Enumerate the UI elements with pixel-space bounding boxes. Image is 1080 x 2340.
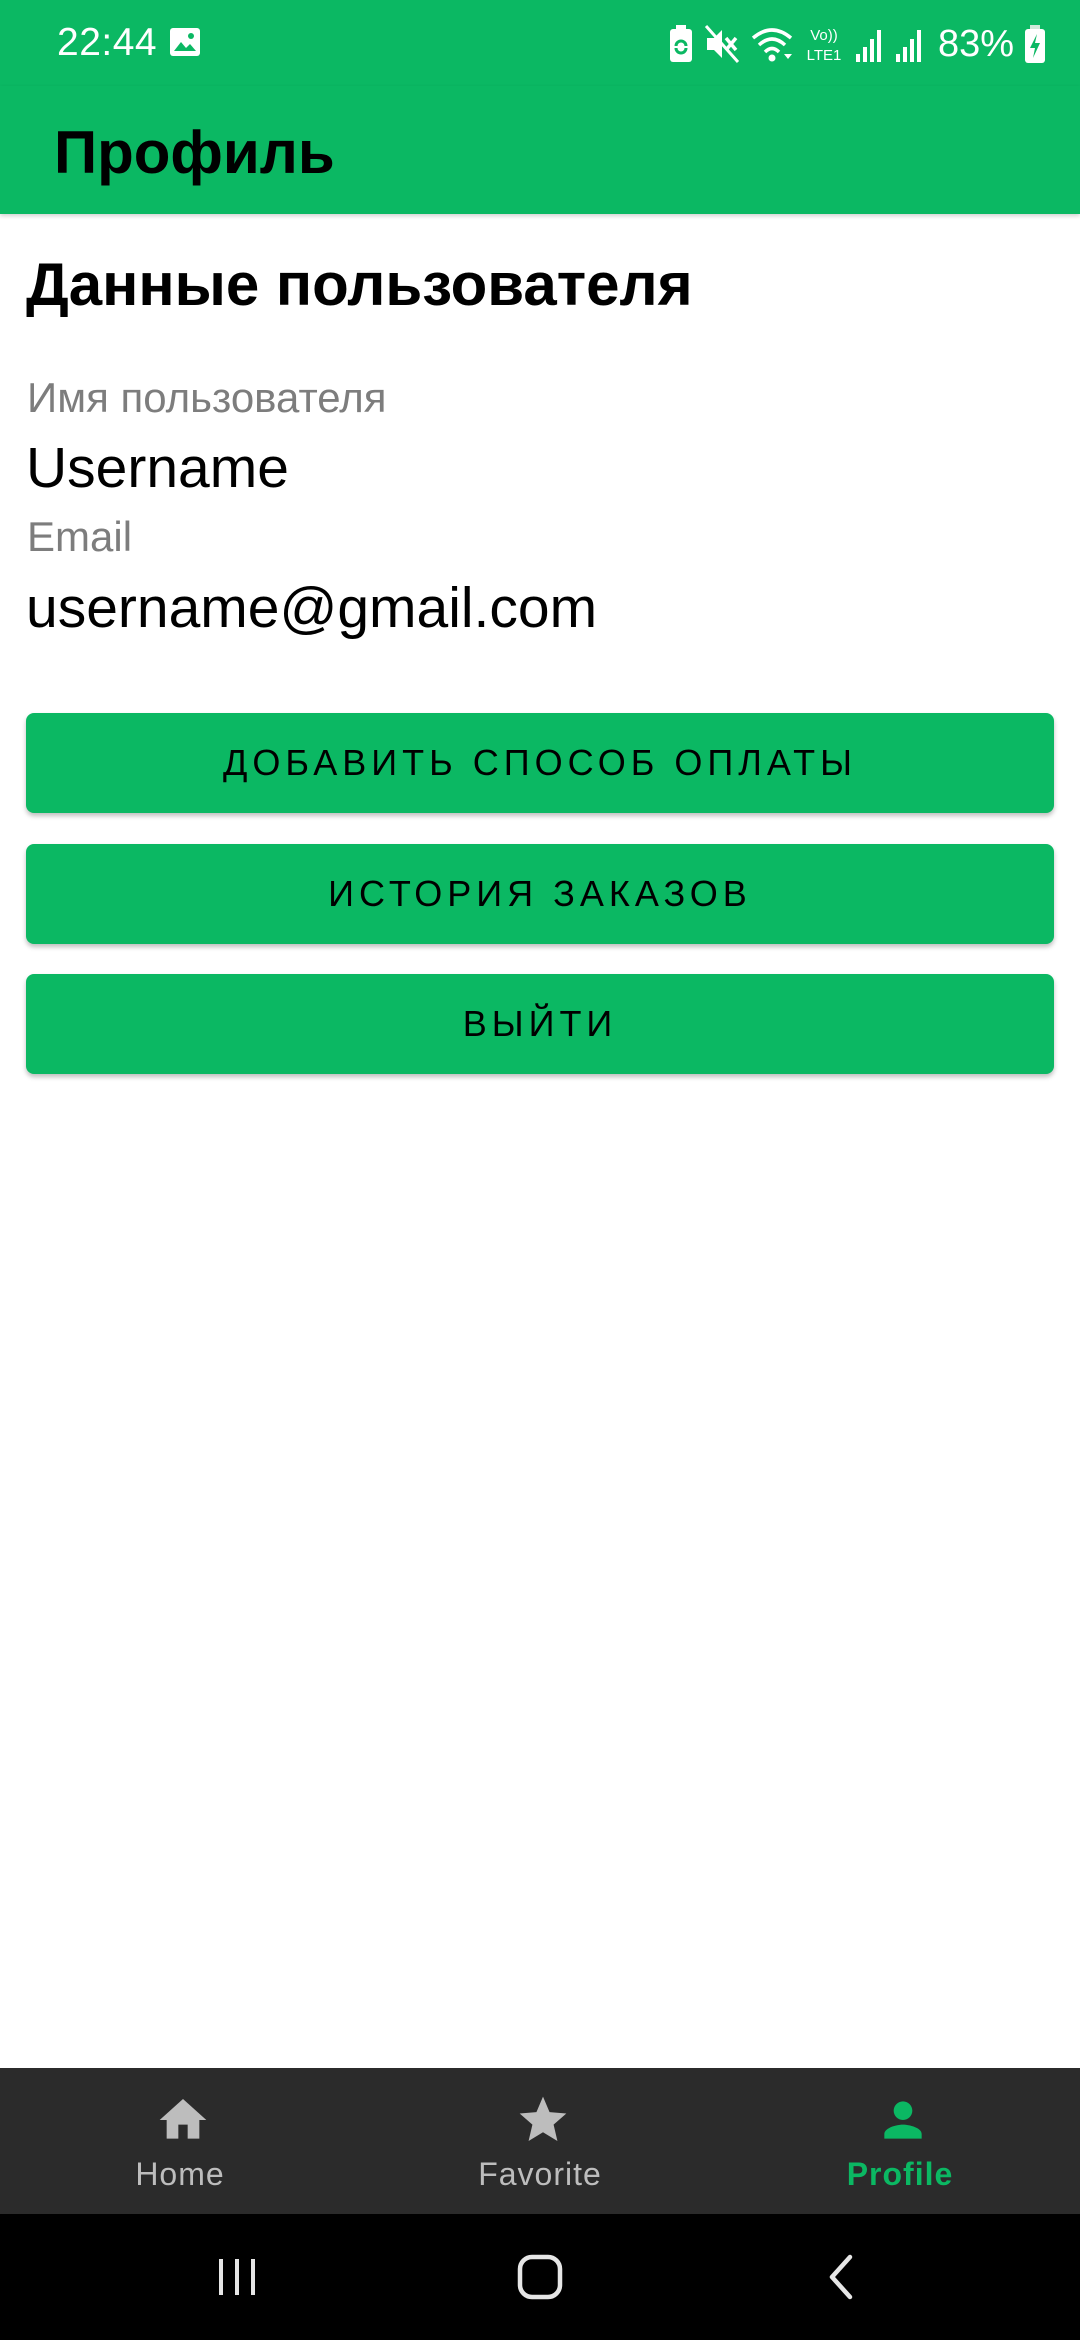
order-history-button[interactable]: ИСТОРИЯ ЗАКАЗОВ bbox=[26, 844, 1054, 944]
gallery-icon bbox=[170, 28, 200, 56]
page-title: Профиль bbox=[54, 119, 335, 186]
username-label: Имя пользователя bbox=[27, 374, 387, 421]
nav-label-profile: Profile bbox=[846, 2156, 954, 2192]
status-time: 22:44 bbox=[57, 21, 158, 64]
battery-charging-icon bbox=[1025, 25, 1045, 63]
home-icon bbox=[159, 2099, 207, 2139]
signal-icon bbox=[895, 30, 921, 62]
wifi-icon bbox=[751, 28, 793, 62]
email-value: username@gmail.com bbox=[26, 576, 598, 640]
nav-item-favorite[interactable]: Favorite bbox=[360, 2068, 720, 2214]
battery-saver-icon bbox=[669, 25, 692, 62]
volte-bottom-text: LTE1 bbox=[807, 47, 842, 64]
section-title: Данные пользователя bbox=[26, 251, 693, 318]
home-button-icon[interactable] bbox=[510, 2247, 570, 2307]
bottom-navigation: Home Favorite Profile bbox=[0, 2068, 1080, 2214]
nav-item-home[interactable]: Home bbox=[0, 2068, 360, 2214]
recent-apps-icon[interactable] bbox=[207, 2247, 267, 2307]
signal-icon bbox=[855, 30, 881, 62]
system-navigation-bar bbox=[0, 2214, 1080, 2340]
person-icon bbox=[884, 2101, 922, 2139]
battery-percent: 83% bbox=[937, 23, 1014, 65]
logout-button[interactable]: ВЫЙТИ bbox=[26, 974, 1054, 1074]
username-value: Username bbox=[26, 436, 289, 500]
star-icon bbox=[519, 2096, 567, 2141]
volte-top-text: Vo)) bbox=[810, 27, 838, 44]
volte-icon: Vo)) LTE1 bbox=[807, 27, 842, 64]
status-bar: 22:44 Vo)) LTE1 83% bbox=[0, 0, 1080, 86]
status-icons: Vo)) LTE1 83% bbox=[668, 22, 1046, 66]
nav-item-profile[interactable]: Profile bbox=[720, 2068, 1080, 2214]
app-bar: Профиль bbox=[0, 86, 1080, 214]
nav-label-favorite: Favorite bbox=[478, 2156, 602, 2192]
add-payment-method-button[interactable]: ДОБАВИТЬ СПОСОБ ОПЛАТЫ bbox=[26, 713, 1054, 813]
email-label: Email bbox=[27, 513, 133, 560]
mute-icon bbox=[704, 25, 740, 63]
back-icon[interactable] bbox=[812, 2247, 872, 2307]
nav-label-home: Home bbox=[135, 2156, 225, 2192]
